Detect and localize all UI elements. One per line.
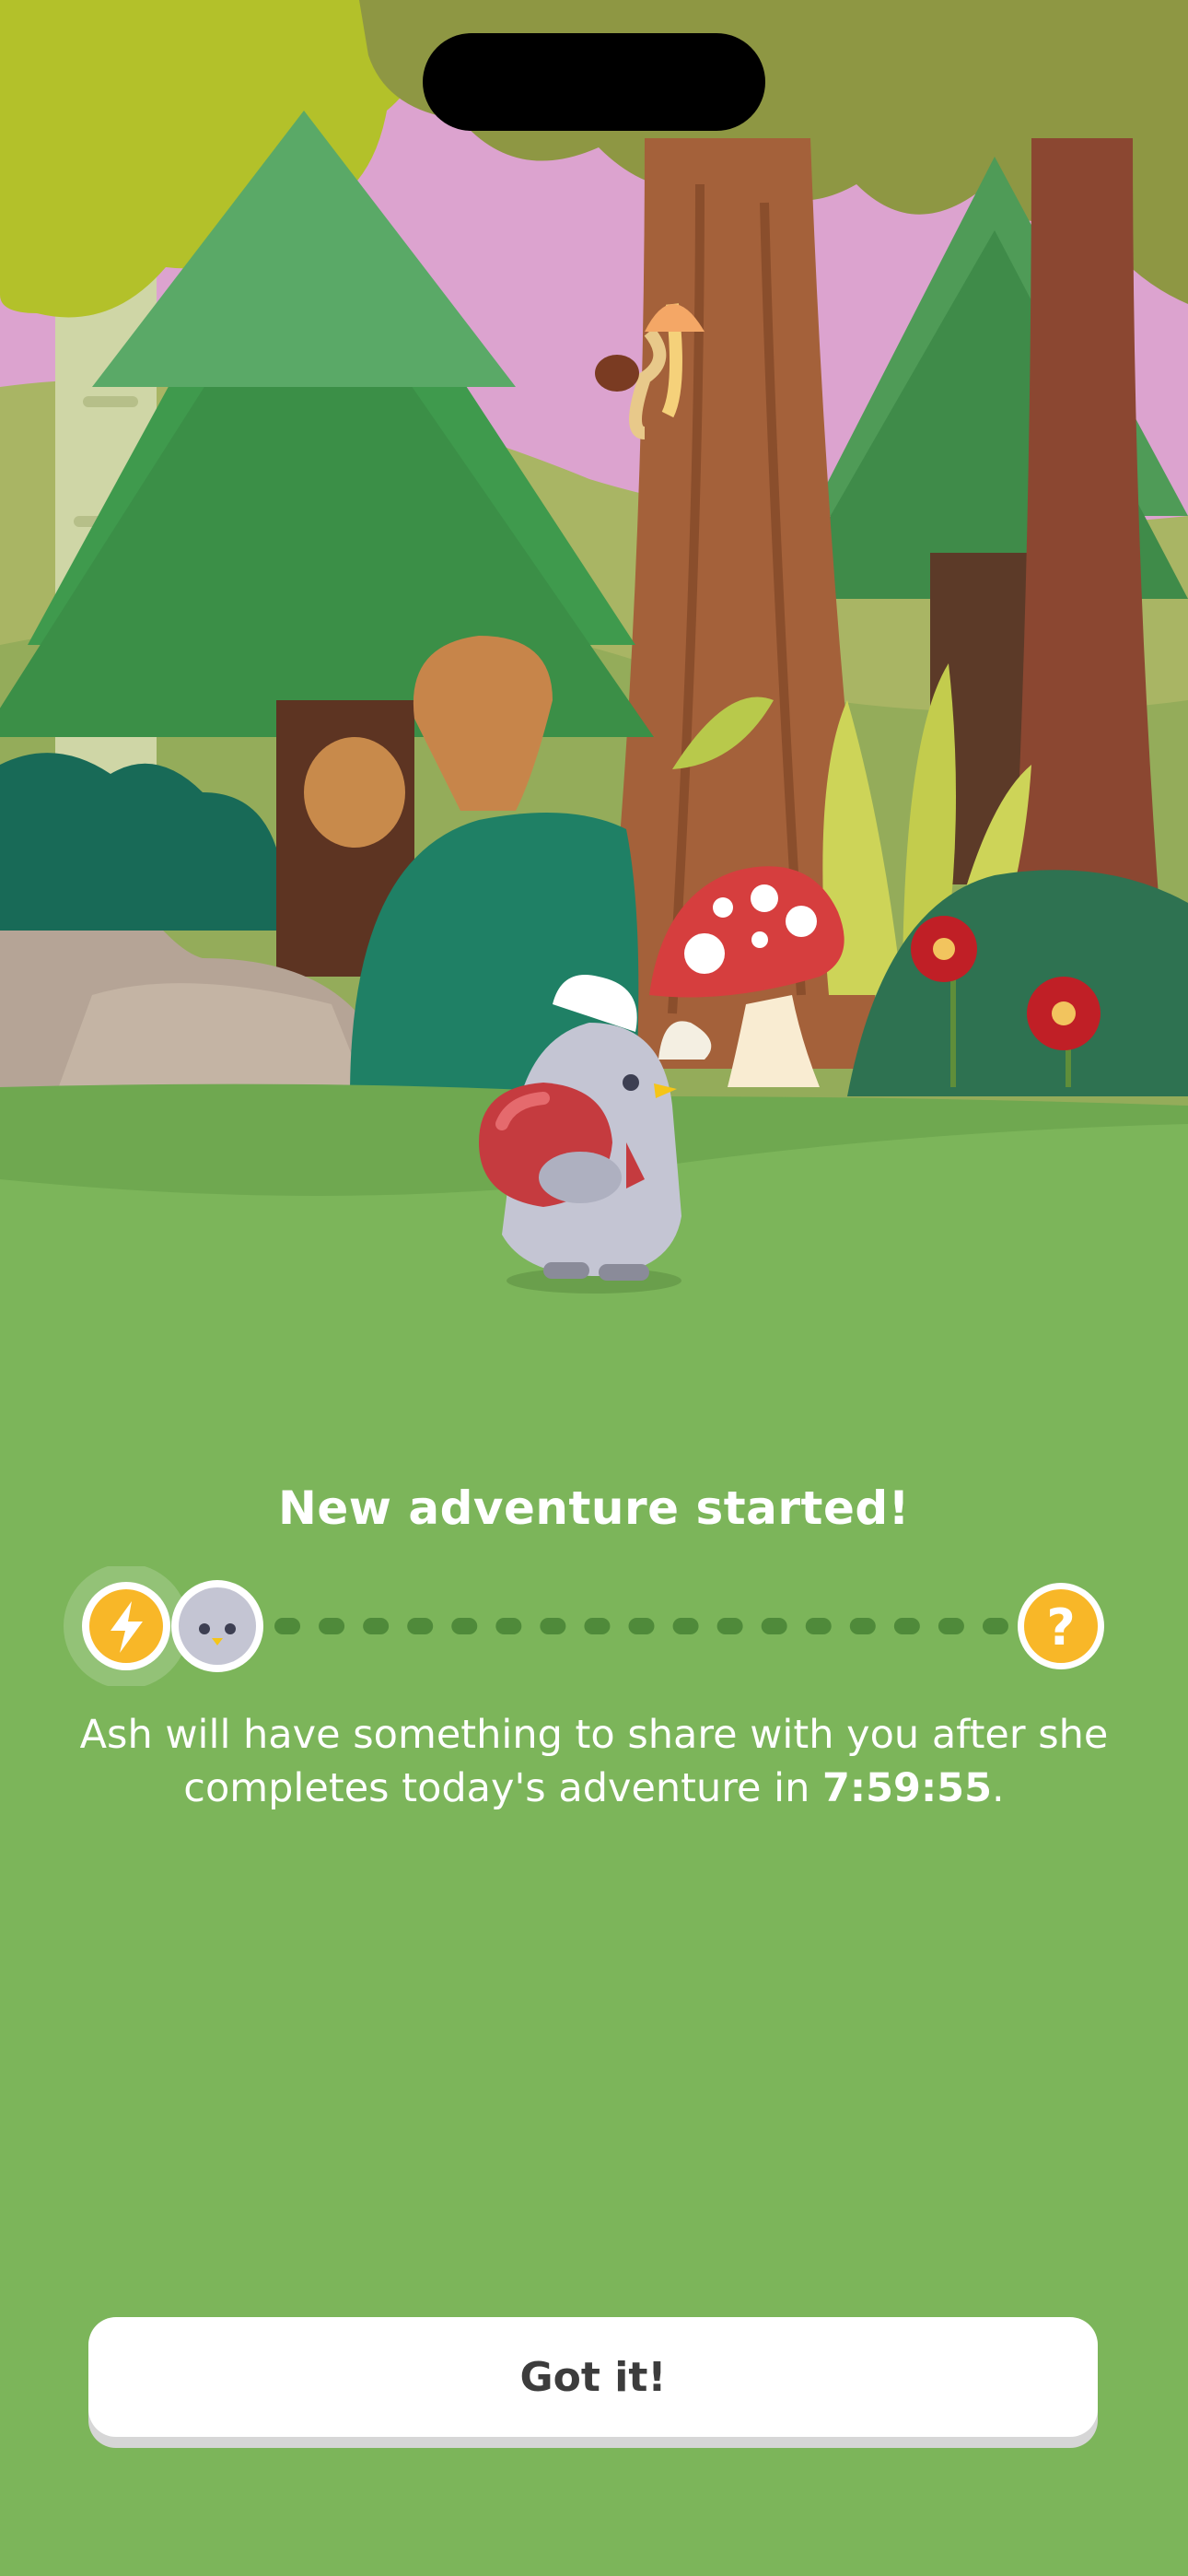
- question-mark-icon: ?: [1018, 1583, 1104, 1669]
- lightning-bolt-icon: [82, 1582, 170, 1670]
- adventure-title: New adventure started!: [278, 1481, 910, 1535]
- progress-dash: [495, 1618, 522, 1634]
- bird-avatar-icon: [171, 1580, 263, 1672]
- progress-dash: [451, 1618, 478, 1634]
- progress-dash: [938, 1618, 964, 1634]
- progress-dash: [407, 1618, 434, 1634]
- progress-dash: [584, 1618, 611, 1634]
- progress-dash: [716, 1618, 743, 1634]
- progress-dash: [363, 1618, 390, 1634]
- progress-dash: [761, 1618, 787, 1634]
- message-end: .: [992, 1765, 1005, 1811]
- progress-dash: [540, 1618, 566, 1634]
- progress-dash: [628, 1618, 655, 1634]
- progress-dash: [672, 1618, 699, 1634]
- progress-dash: [805, 1618, 832, 1634]
- adventure-timer: 7:59:55: [822, 1765, 993, 1811]
- progress-dash: [274, 1618, 301, 1634]
- progress-dashes: [274, 1618, 1008, 1634]
- adventure-progress-track: ?: [64, 1566, 1104, 1686]
- adventure-message: Ash will have something to share with yo…: [37, 1708, 1151, 1815]
- svg-text:?: ?: [1046, 1598, 1075, 1657]
- forest-scene-illustration: [0, 0, 1188, 1327]
- progress-dash: [982, 1618, 1008, 1634]
- got-it-button[interactable]: Got it!: [88, 2317, 1098, 2437]
- progress-dash: [319, 1618, 345, 1634]
- progress-dash: [849, 1618, 876, 1634]
- dynamic-island: [423, 33, 765, 131]
- progress-dash: [893, 1618, 920, 1634]
